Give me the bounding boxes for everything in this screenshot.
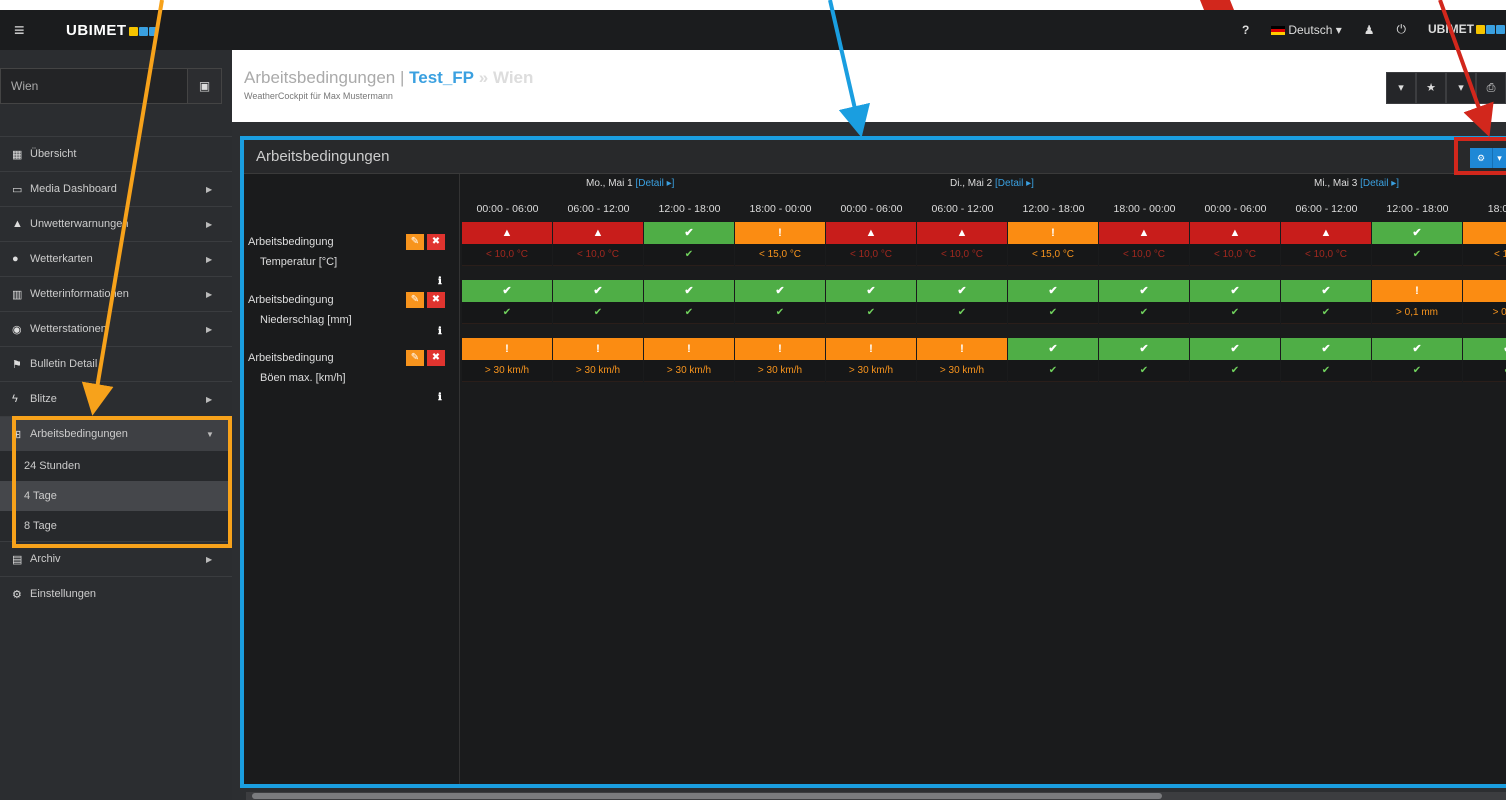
annotation-arrows bbox=[81, 0, 1494, 416]
blue-arrow bbox=[828, 0, 871, 138]
red-arrow bbox=[1438, 0, 1494, 138]
red-annotation-fragment bbox=[1200, 0, 1234, 10]
orange-arrow bbox=[81, 0, 164, 416]
